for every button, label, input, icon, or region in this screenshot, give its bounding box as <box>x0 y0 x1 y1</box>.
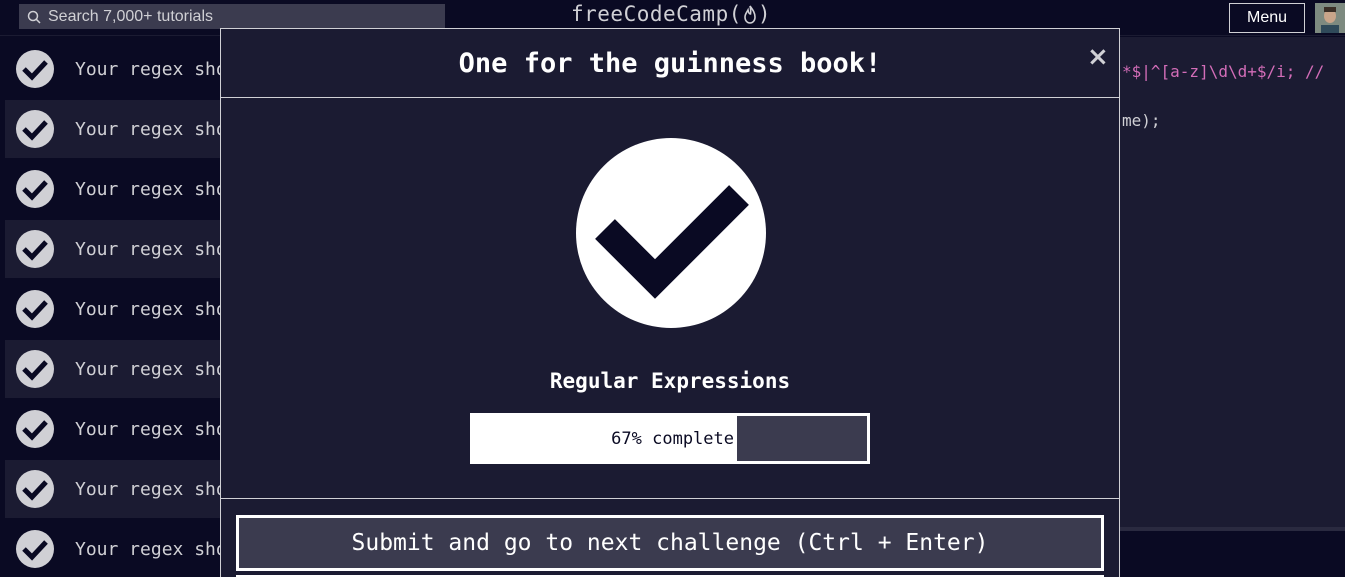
test-result-row: Your regex sho <box>5 280 230 338</box>
test-result-text: Your regex sho <box>75 418 227 440</box>
code-line: me); <box>1122 111 1161 130</box>
check-circle-icon <box>16 50 54 88</box>
check-circle-icon <box>16 230 54 268</box>
modal-header: One for the guinness book! × <box>221 29 1119 98</box>
test-result-text: Your regex sho <box>75 178 227 200</box>
search-input[interactable]: Search 7,000+ tutorials <box>19 4 445 29</box>
check-circle-icon <box>576 138 766 328</box>
search-placeholder: Search 7,000+ tutorials <box>48 7 213 25</box>
test-result-row: Your regex sho <box>5 460 230 518</box>
flame-icon <box>744 5 756 24</box>
progress-text: 67% complete <box>611 428 734 449</box>
test-results-list: Your regex sho Your regex sho Your regex s… <box>0 37 230 577</box>
test-result-row: Your regex sho <box>5 40 230 98</box>
submit-next-challenge-button[interactable]: Submit and go to next challenge (Ctrl + … <box>236 515 1104 571</box>
test-result-text: Your regex sho <box>75 538 227 560</box>
test-result-text: Your regex sho <box>75 58 227 80</box>
brand-logo[interactable]: freeCodeCamp( ) <box>571 2 771 26</box>
test-result-text: Your regex sho <box>75 118 227 140</box>
modal-divider <box>221 498 1119 499</box>
test-result-row: Your regex sho <box>5 160 230 218</box>
test-result-text: Your regex sho <box>75 298 227 320</box>
close-icon[interactable]: × <box>1087 44 1109 70</box>
code-line: *$|^[a-z]\d\d+$/i; // <box>1122 62 1325 81</box>
test-result-row: Your regex sho <box>5 100 230 158</box>
test-result-text: Your regex sho <box>75 238 227 260</box>
check-circle-icon <box>16 110 54 148</box>
test-result-row: Your regex sho <box>5 400 230 458</box>
check-circle-icon <box>16 530 54 568</box>
progress-bar: 67% complete <box>470 413 870 464</box>
editor-console <box>1119 527 1345 577</box>
certification-name: Regular Expressions <box>549 369 791 393</box>
test-result-row: Your regex sho <box>5 520 230 577</box>
check-circle-icon <box>16 350 54 388</box>
menu-button[interactable]: Menu <box>1229 3 1305 33</box>
code-editor[interactable]: *$|^[a-z]\d\d+$/i; // me); <box>1119 37 1345 527</box>
test-result-text: Your regex sho <box>75 478 227 500</box>
test-result-row: Your regex sho <box>5 220 230 278</box>
check-circle-icon <box>16 470 54 508</box>
check-circle-icon <box>16 290 54 328</box>
test-result-text: Your regex sho <box>75 358 227 380</box>
test-result-row: Your regex sho <box>5 340 230 398</box>
avatar[interactable] <box>1315 3 1345 33</box>
modal-title: One for the guinness book! <box>458 48 882 79</box>
challenge-complete-modal: One for the guinness book! × Regular Exp… <box>220 28 1120 577</box>
brand-text-suffix: ) <box>757 2 772 26</box>
search-icon <box>27 10 41 24</box>
check-circle-icon <box>16 410 54 448</box>
check-circle-icon <box>16 170 54 208</box>
avatar-image <box>1315 3 1345 33</box>
brand-text-prefix: freeCodeCamp( <box>571 2 742 26</box>
